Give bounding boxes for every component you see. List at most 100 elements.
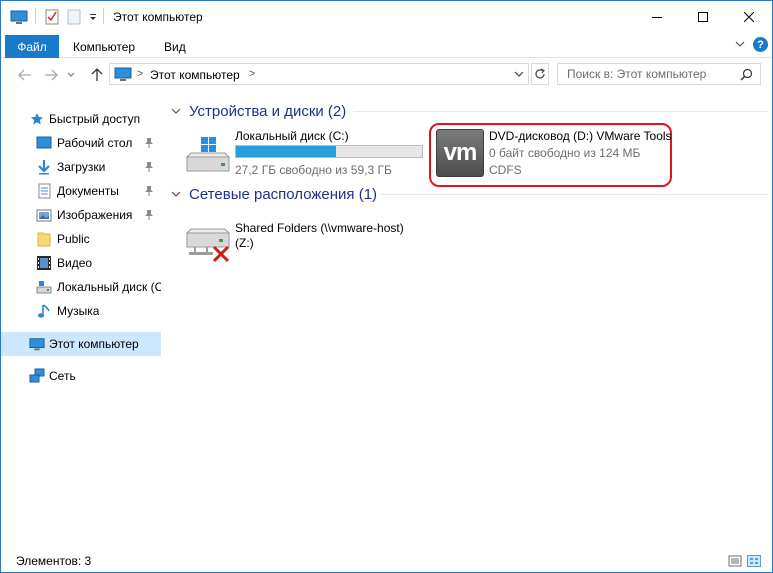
group-header-devices[interactable]: Устройства и диски (2) <box>171 101 769 121</box>
window-title: Этот компьютер <box>113 10 203 24</box>
maximize-button[interactable] <box>680 1 726 32</box>
vmware-logo-icon: vm <box>436 129 484 177</box>
drive-local-c[interactable]: Локальный диск (C:) 27,2 ГБ свободно из … <box>179 125 429 185</box>
status-bar: Элементов: 3 <box>1 549 772 573</box>
navigation-bar: > Этот компьютер > <box>1 59 772 91</box>
sidebar-item-downloads[interactable]: Загрузки <box>1 156 161 178</box>
drive-name: Локальный диск (C:) <box>235 129 349 143</box>
maximize-icon <box>698 11 708 22</box>
minimize-button[interactable] <box>634 1 680 32</box>
sidebar-item-quick-access[interactable]: Быстрый доступ <box>1 108 161 130</box>
customize-toolbar-dropdown-icon[interactable] <box>87 8 99 26</box>
tab-file[interactable]: Файл <box>5 35 59 58</box>
sidebar-item-label: Public <box>57 232 90 246</box>
drive-free-space: 27,2 ГБ свободно из 59,3 ГБ <box>235 163 392 177</box>
minimize-icon <box>652 16 662 18</box>
refresh-button[interactable] <box>531 63 549 85</box>
download-arrow-icon <box>36 159 52 175</box>
address-history-chevron-icon[interactable] <box>514 71 524 77</box>
sidebar-item-public[interactable]: Public <box>1 228 161 250</box>
forward-button[interactable] <box>41 65 61 85</box>
chevron-down-icon[interactable] <box>171 106 181 116</box>
search-box[interactable] <box>557 63 761 85</box>
vmware-logo-text: vm <box>443 139 478 166</box>
pin-icon[interactable] <box>144 137 154 149</box>
drive-free-space: 0 байт свободно из 124 МБ <box>489 146 641 160</box>
ribbon-tabs: Файл Компьютер Вид ? <box>1 32 772 58</box>
sidebar-item-local-disk[interactable]: Локальный диск (C <box>1 276 161 298</box>
up-arrow-icon <box>91 68 103 81</box>
help-button[interactable]: ? <box>753 37 768 52</box>
content-pane: Устройства и диски (2) Локальный диск (C… <box>163 91 771 541</box>
network-drive-z[interactable]: Shared Folders (\\vmware-host) (Z:) <box>179 215 439 265</box>
pin-icon[interactable] <box>144 185 154 197</box>
sidebar-item-label: Изображения <box>57 208 133 222</box>
drive-dvd-d[interactable]: vm DVD-дисковод (D:) VMware Tools 0 байт… <box>435 127 672 185</box>
pictures-icon <box>36 207 52 223</box>
group-header-network[interactable]: Сетевые расположения (1) <box>171 184 769 204</box>
drive-usage-fill <box>236 146 337 157</box>
sidebar-item-network[interactable]: Сеть <box>1 365 161 387</box>
sidebar-item-pictures[interactable]: Изображения <box>1 204 161 226</box>
breadcrumb-separator[interactable]: > <box>137 68 143 80</box>
star-icon <box>29 111 45 127</box>
drive-usage-bar <box>235 145 423 158</box>
windows-drive-icon <box>185 137 231 172</box>
refresh-icon <box>535 68 545 79</box>
address-bar[interactable]: > Этот компьютер > <box>109 63 529 85</box>
sidebar-item-label: Видео <box>57 256 93 270</box>
sidebar-item-label: Сеть <box>49 369 76 383</box>
sidebar-item-label: Документы <box>57 184 119 198</box>
drive-icon <box>36 279 52 295</box>
recent-locations-button[interactable] <box>65 65 77 85</box>
group-divider <box>381 194 769 195</box>
breadcrumb-separator[interactable]: > <box>249 68 255 80</box>
sidebar-item-label: Быстрый доступ <box>49 112 141 126</box>
group-title: Устройства и диски (2) <box>189 102 347 120</box>
close-button[interactable] <box>726 1 772 32</box>
network-drive-letter: (Z:) <box>235 236 254 250</box>
search-input[interactable] <box>558 64 738 84</box>
sidebar-item-label: Загрузки <box>57 160 106 174</box>
folder-icon <box>36 231 52 247</box>
computer-icon <box>114 67 132 81</box>
sidebar-item-music[interactable]: Музыка <box>1 300 161 322</box>
separator <box>103 8 104 24</box>
details-view-icon[interactable] <box>728 555 742 567</box>
breadcrumb-this-pc[interactable]: Этот компьютер <box>150 68 240 82</box>
film-icon <box>36 255 52 271</box>
group-title: Сетевые расположения (1) <box>189 185 378 203</box>
sidebar-item-label: Локальный диск (C <box>57 280 161 294</box>
chevron-down-icon[interactable] <box>171 189 181 199</box>
search-icon[interactable] <box>740 68 753 81</box>
sidebar-item-documents[interactable]: Документы <box>1 180 161 202</box>
sidebar-item-label: Рабочий стол <box>57 136 133 150</box>
expand-ribbon-chevron-icon[interactable] <box>734 38 746 50</box>
chevron-down-icon <box>67 72 75 77</box>
up-button[interactable] <box>87 65 107 85</box>
sidebar-item-desktop[interactable]: Рабочий стол <box>1 132 161 154</box>
large-icons-view-icon[interactable] <box>747 555 761 567</box>
title-bar: Этот компьютер <box>1 1 772 32</box>
tab-view[interactable]: Вид <box>164 35 186 58</box>
forward-arrow-icon <box>45 69 58 81</box>
back-button[interactable] <box>15 65 35 85</box>
pin-icon[interactable] <box>144 161 154 173</box>
network-drive-name: Shared Folders (\\vmware-host) <box>235 221 404 235</box>
pin-icon[interactable] <box>144 209 154 221</box>
tab-computer[interactable]: Компьютер <box>73 35 135 58</box>
drive-filesystem: CDFS <box>489 163 522 177</box>
separator <box>35 8 36 24</box>
music-note-icon <box>36 303 52 319</box>
properties-icon[interactable] <box>43 8 61 26</box>
new-folder-icon[interactable] <box>65 8 83 26</box>
sidebar-item-videos[interactable]: Видео <box>1 252 161 274</box>
sidebar-item-this-pc[interactable]: Этот компьютер <box>1 332 161 356</box>
disconnected-network-drive-icon <box>185 228 231 263</box>
sidebar-item-label: Музыка <box>57 304 100 318</box>
drive-name: DVD-дисковод (D:) VMware Tools <box>489 129 672 143</box>
close-icon <box>744 11 754 22</box>
navigation-pane: Быстрый доступ Рабочий стол Загрузки Док… <box>1 91 161 541</box>
network-icon <box>29 368 45 384</box>
computer-icon[interactable] <box>9 8 29 26</box>
